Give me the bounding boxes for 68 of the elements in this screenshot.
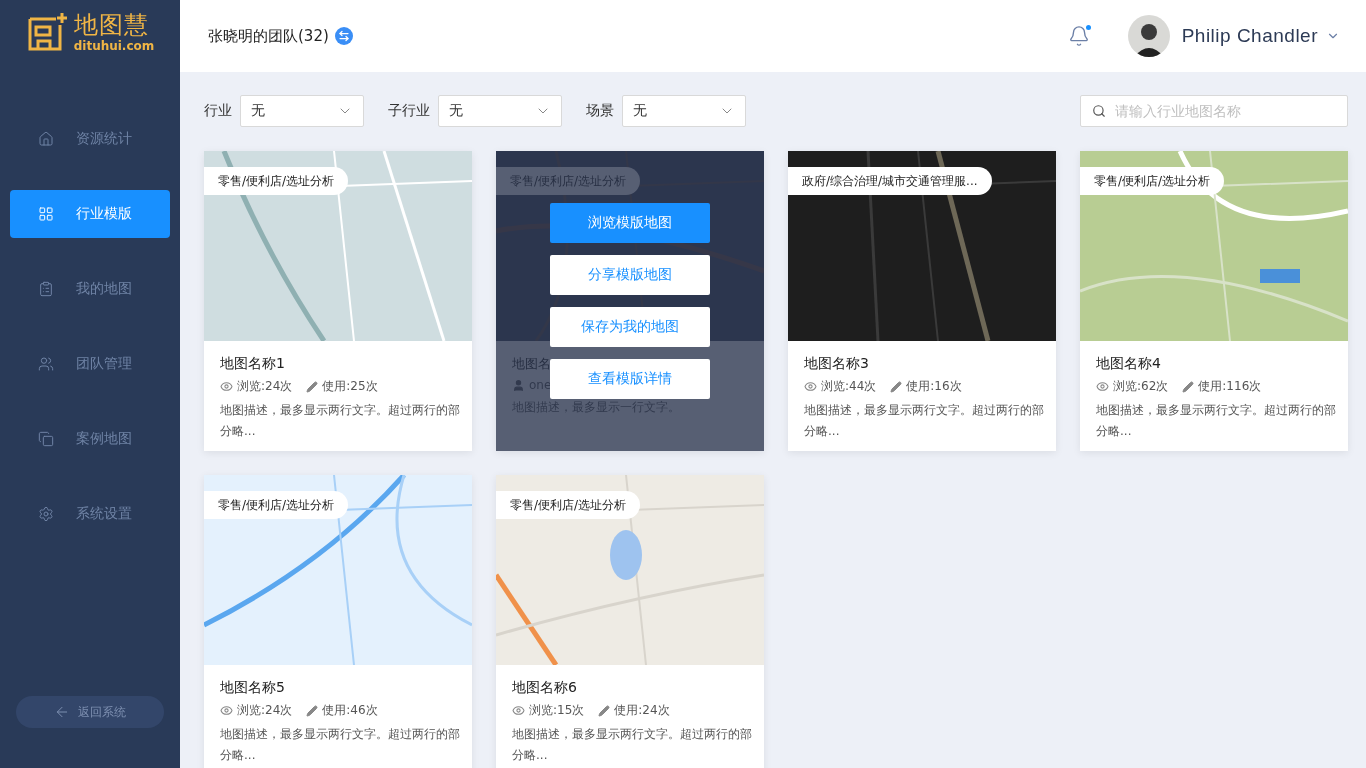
card-action-button[interactable]: 分享模版地图: [550, 255, 710, 295]
category-tag: 零售/便利店/选址分析: [204, 491, 349, 519]
view-count: 浏览:24次: [220, 378, 293, 395]
map-title: 地图名称5: [220, 679, 286, 697]
card-action-button[interactable]: 浏览模版地图: [550, 203, 710, 243]
category-tag: 零售/便利店/选址分析: [496, 491, 641, 519]
map-title: 地图名称3: [804, 355, 870, 373]
nav-icon: [38, 506, 54, 522]
map-description: 地图描述，最多显示两行文字。超过两行的部分略...: [1096, 402, 1336, 440]
nav-icon: [38, 131, 54, 147]
team-name: 张晓明的团队(32): [208, 26, 329, 46]
category-tag: 政府/综合治理/城市交通管理服...: [788, 167, 992, 195]
map-description: 地图描述，最多显示两行文字。超过两行的部分略...: [512, 726, 752, 764]
filter-select[interactable]: 无: [622, 95, 746, 127]
view-count: 浏览:24次: [220, 702, 293, 719]
pencil-icon: [1182, 380, 1195, 393]
search-icon: [1092, 104, 1106, 118]
nav-icon: [38, 206, 54, 222]
switch-icon[interactable]: [334, 27, 353, 45]
avatar[interactable]: [1127, 15, 1170, 57]
bell-icon[interactable]: [1067, 25, 1090, 47]
filter-label: 子行业: [388, 102, 430, 120]
card-action-button[interactable]: 保存为我的地图: [550, 307, 710, 347]
search-field[interactable]: 请输入行业地图名称: [1080, 95, 1348, 127]
logo-name: 地图慧: [73, 11, 150, 39]
view-count: 浏览:62次: [1096, 378, 1169, 395]
map-title: 地图名称1: [220, 355, 286, 373]
map-description: 地图描述，最多显示两行文字。超过两行的部分略...: [804, 402, 1044, 440]
sidebar-item[interactable]: 系统设置: [10, 490, 170, 538]
map-description: 地图描述，最多显示两行文字。超过两行的部分略...: [220, 726, 460, 764]
category-tag: 零售/便利店/选址分析: [1080, 167, 1225, 195]
card-action-button[interactable]: 查看模版详情: [550, 359, 710, 399]
sidebar-item[interactable]: 资源统计: [10, 115, 170, 163]
map-title: 地图名称6: [512, 679, 578, 697]
map-title: 地图名称4: [1096, 355, 1162, 373]
nav-icon: [38, 356, 54, 372]
use-count: 使用:116次: [1182, 378, 1262, 395]
use-count: 使用:24次: [598, 702, 670, 719]
category-tag: 零售/便利店/选址分析: [204, 167, 349, 195]
eye-icon: [1096, 380, 1109, 393]
nav-icon: [38, 281, 54, 297]
eye-icon: [220, 380, 233, 393]
back-button[interactable]: 返回系统: [16, 696, 164, 728]
pencil-icon: [598, 704, 611, 717]
pencil-icon: [306, 380, 319, 393]
filter-select[interactable]: 无: [438, 95, 562, 127]
user-name[interactable]: Philip Chandler: [1181, 25, 1318, 47]
eye-icon: [512, 704, 525, 717]
filter-label: 行业: [204, 102, 232, 120]
nav-icon: [38, 431, 54, 447]
sidebar-item[interactable]: 案例地图: [10, 415, 170, 463]
pencil-icon: [306, 704, 319, 717]
map-description: 地图描述，最多显示两行文字。超过两行的部分略...: [220, 402, 460, 440]
use-count: 使用:16次: [890, 378, 962, 395]
eye-icon: [220, 704, 233, 717]
sidebar-item[interactable]: 团队管理: [10, 340, 170, 388]
arrow-left-icon: [54, 704, 70, 720]
filter-label: 场景: [586, 102, 614, 120]
sidebar-item[interactable]: 我的地图: [10, 265, 170, 313]
logo-domain: dituhui.com: [73, 39, 155, 53]
view-count: 浏览:44次: [804, 378, 877, 395]
eye-icon: [804, 380, 817, 393]
use-count: 使用:25次: [306, 378, 378, 395]
use-count: 使用:46次: [306, 702, 378, 719]
view-count: 浏览:15次: [512, 702, 585, 719]
filter-select[interactable]: 无: [240, 95, 364, 127]
pencil-icon: [890, 380, 903, 393]
sidebar-item[interactable]: 行业模版: [10, 190, 170, 238]
